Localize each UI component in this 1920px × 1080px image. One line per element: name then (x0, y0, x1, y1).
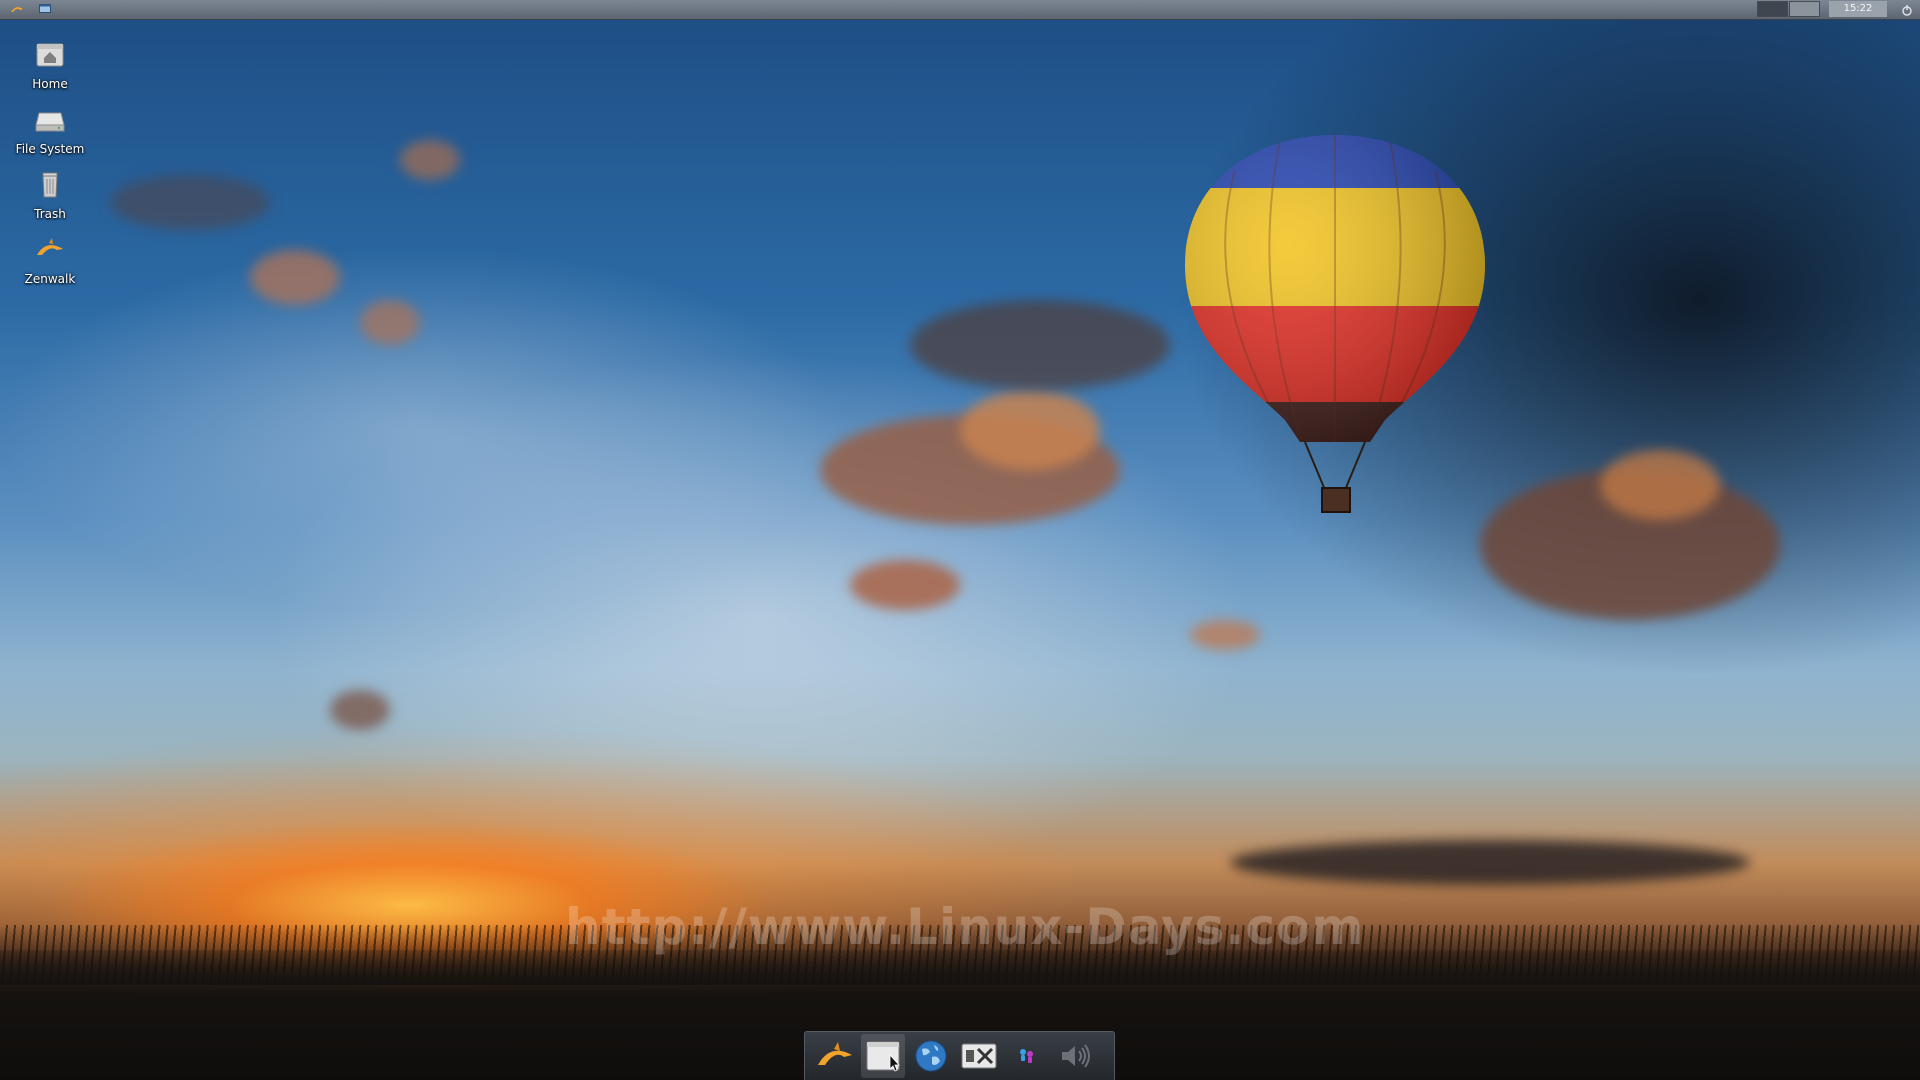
workspace-2-button[interactable] (1789, 1, 1820, 17)
zenwalk-menu-icon (11, 7, 23, 12)
logout-icon (1902, 5, 1912, 16)
desktop-icon-label: Home (32, 77, 68, 91)
web-browser-globe-icon (915, 1040, 947, 1072)
workspace-1-button[interactable] (1757, 1, 1788, 17)
desktop-icon-trash[interactable]: Trash (10, 168, 90, 228)
trash-icon (42, 172, 58, 198)
hot-air-balloon (1185, 135, 1485, 513)
cloud (960, 390, 1100, 470)
desktop-icon-file-system[interactable]: File System (10, 103, 90, 163)
cloud (330, 690, 390, 730)
desktop-icon-label: File System (15, 142, 85, 156)
top-panel: 15:22 (0, 0, 1920, 20)
dock-volume[interactable] (1053, 1034, 1097, 1078)
home-folder-icon (36, 43, 64, 67)
desktop-wallpaper: http://www.Linux-Days.com (0, 0, 1920, 1080)
messenger-icon (1020, 1049, 1033, 1063)
dock-file-manager[interactable] (861, 1034, 905, 1078)
logout-button[interactable] (1900, 2, 1914, 16)
workspace-switcher (1757, 1, 1821, 17)
dock-web-browser[interactable] (909, 1034, 953, 1078)
dock-settings[interactable] (957, 1034, 1001, 1078)
cloud (1190, 620, 1260, 650)
desktop-icon-label: Zenwalk (24, 272, 76, 286)
show-desktop-button[interactable] (36, 1, 54, 17)
clock[interactable]: 15:22 (1829, 1, 1887, 17)
dock-messenger[interactable] (1005, 1034, 1049, 1078)
cloud (250, 250, 340, 305)
desktop-icon-home[interactable]: Home (10, 38, 90, 98)
show-desktop-icon (39, 4, 51, 13)
watermark-text: http://www.Linux-Days.com (565, 898, 1365, 956)
cloud (110, 175, 270, 230)
cloud (1230, 840, 1750, 885)
bottom-dock (804, 1031, 1115, 1080)
volume-icon (1062, 1044, 1090, 1068)
zenwalk-dolphin-icon (818, 1042, 852, 1065)
dock-zenwalk-launcher[interactable] (813, 1034, 857, 1078)
cloud (850, 560, 960, 610)
desktop-icon-label: Trash (34, 207, 66, 221)
cloud (400, 140, 460, 180)
drive-icon (35, 112, 65, 132)
cloud (360, 300, 420, 345)
file-manager-icon (866, 1041, 900, 1072)
settings-tools-icon (961, 1043, 997, 1069)
zenwalk-menu-button[interactable] (8, 1, 26, 17)
cloud (1600, 450, 1720, 520)
zenwalk-dolphin-icon (37, 238, 63, 255)
desktop-icon-zenwalk[interactable]: Zenwalk (10, 233, 90, 293)
cloud (910, 300, 1170, 390)
